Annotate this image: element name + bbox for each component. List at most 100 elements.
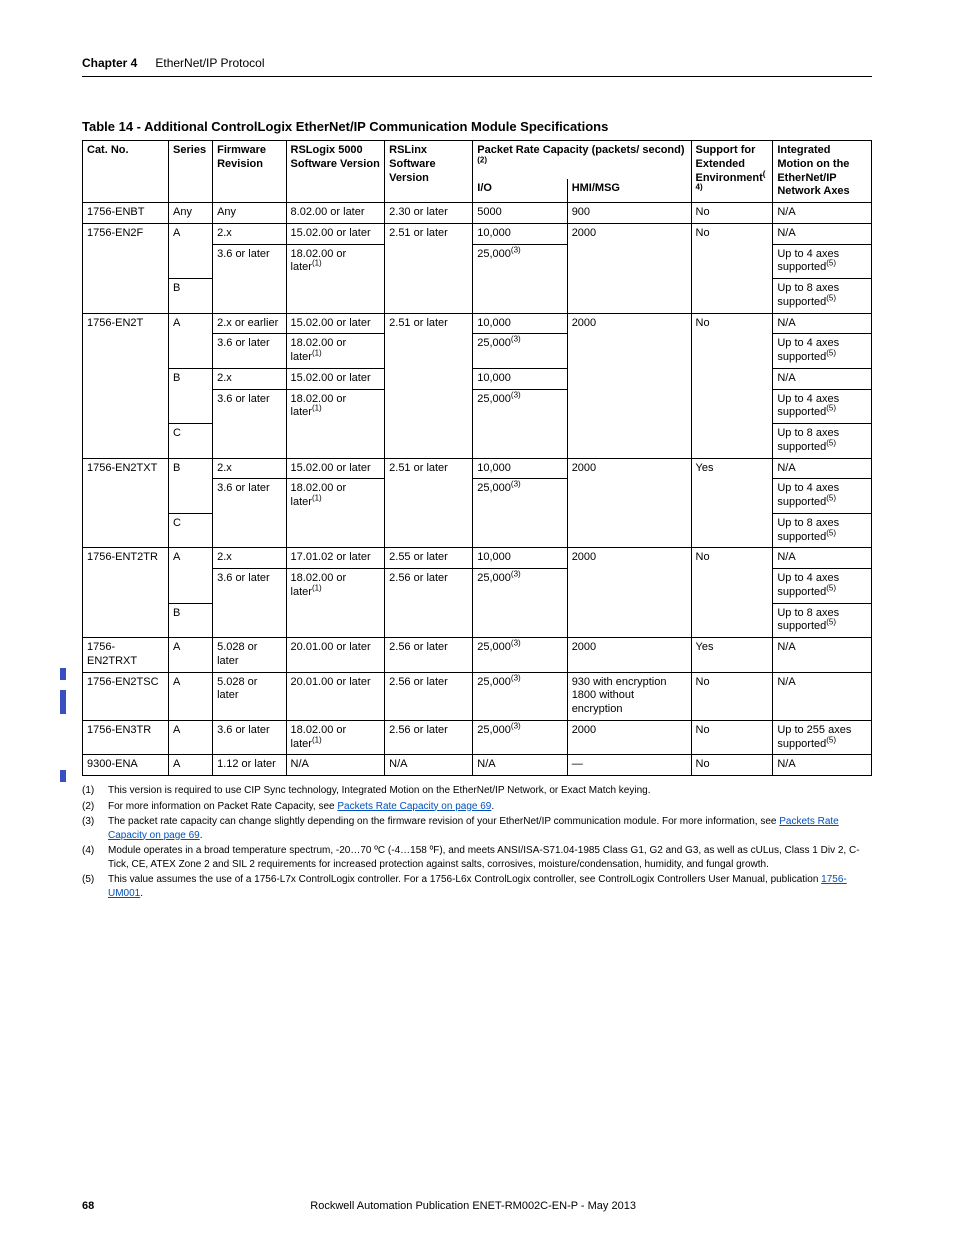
table-body: 1756-ENBTAnyAny8.02.00 or later2.30 or l… bbox=[83, 203, 872, 776]
table-cell: Up to 4 axes supported(5) bbox=[773, 244, 872, 279]
table-cell: No bbox=[691, 223, 773, 313]
table-cell: 25,000(3) bbox=[473, 638, 567, 673]
table-cell: 3.6 or later bbox=[213, 389, 286, 458]
page-footer: 68 Rockwell Automation Publication ENET-… bbox=[82, 1200, 872, 1212]
table-title: Table 14 - Additional ControlLogix Ether… bbox=[82, 119, 872, 134]
table-cell: 2000 bbox=[567, 458, 691, 548]
table-cell: 18.02.00 or later(1) bbox=[286, 389, 385, 458]
table-row: 9300-ENAA1.12 or laterN/AN/AN/A—NoN/A bbox=[83, 755, 872, 776]
table-cell: Up to 8 axes supported(5) bbox=[773, 424, 872, 459]
table-cell: N/A bbox=[473, 755, 567, 776]
table-cell: A bbox=[169, 755, 213, 776]
table-cell: No bbox=[691, 313, 773, 458]
col-motion: Integrated Motion on the EtherNet/IP Net… bbox=[773, 141, 872, 203]
table-cell: A bbox=[169, 313, 213, 368]
table-cell: N/A bbox=[773, 672, 872, 720]
table-cell: Up to 4 axes supported(5) bbox=[773, 479, 872, 514]
change-bar bbox=[60, 770, 66, 782]
table-cell: B bbox=[169, 603, 213, 638]
table-cell: 15.02.00 or later bbox=[286, 223, 385, 244]
table-cell: 5.028 or later bbox=[213, 638, 286, 673]
table-row: 1756-EN3TRA3.6 or later18.02.00 or later… bbox=[83, 720, 872, 755]
table-cell: A bbox=[169, 548, 213, 603]
table-cell: No bbox=[691, 672, 773, 720]
table-cell: 1756-EN2TRXT bbox=[83, 638, 169, 673]
table-cell: 3.6 or later bbox=[213, 334, 286, 369]
table-cell: N/A bbox=[773, 368, 872, 389]
col-rs5k: RSLogix 5000 Software Version bbox=[286, 141, 385, 203]
table-cell: 2000 bbox=[567, 313, 691, 458]
table-cell: 2.30 or later bbox=[385, 203, 473, 224]
table-cell: 20.01.00 or later bbox=[286, 638, 385, 673]
table-cell: 10,000 bbox=[473, 548, 567, 569]
table-cell: B bbox=[169, 368, 213, 423]
table-cell: 2.56 or later bbox=[385, 638, 473, 673]
table-cell: N/A bbox=[773, 638, 872, 673]
table-head: Cat. No. Series Firmware Revision RSLogi… bbox=[83, 141, 872, 203]
table-cell: 2000 bbox=[567, 223, 691, 313]
footnote-2-link[interactable]: Packets Rate Capacity on page 69 bbox=[337, 801, 491, 812]
table-cell: Up to 8 axes supported(5) bbox=[773, 603, 872, 638]
table-cell: 25,000(3) bbox=[473, 672, 567, 720]
table-cell: Up to 8 axes supported(5) bbox=[773, 279, 872, 314]
col-cat: Cat. No. bbox=[83, 141, 169, 203]
table-cell: 10,000 bbox=[473, 368, 567, 389]
footnote-4: (4) Module operates in a broad temperatu… bbox=[82, 844, 872, 871]
footnotes: (1) This version is required to use CIP … bbox=[82, 784, 872, 900]
table-cell: — bbox=[567, 755, 691, 776]
table-cell: 2.x or earlier bbox=[213, 313, 286, 334]
publication-id: Rockwell Automation Publication ENET-RM0… bbox=[94, 1200, 852, 1212]
table-cell: 2.55 or later bbox=[385, 548, 473, 569]
table-cell: N/A bbox=[286, 755, 385, 776]
table-cell: 1756-EN2T bbox=[83, 313, 169, 458]
table-cell: B bbox=[169, 279, 213, 314]
table-cell: 3.6 or later bbox=[213, 479, 286, 548]
col-series: Series bbox=[169, 141, 213, 203]
table-cell: Any bbox=[213, 203, 286, 224]
table-cell: 900 bbox=[567, 203, 691, 224]
table-cell: A bbox=[169, 672, 213, 720]
table-cell: A bbox=[169, 720, 213, 755]
table-cell: No bbox=[691, 203, 773, 224]
table-cell: 2.x bbox=[213, 368, 286, 389]
table-cell: N/A bbox=[773, 755, 872, 776]
table-cell: No bbox=[691, 548, 773, 638]
table-cell: Up to 4 axes supported(5) bbox=[773, 334, 872, 369]
table-cell: Yes bbox=[691, 458, 773, 548]
table-cell: 2.51 or later bbox=[385, 223, 473, 313]
page-number: 68 bbox=[82, 1200, 94, 1212]
table-cell: Up to 4 axes supported(5) bbox=[773, 389, 872, 424]
table-cell: 3.6 or later bbox=[213, 569, 286, 638]
table-cell: A bbox=[169, 638, 213, 673]
footnote-3: (3) The packet rate capacity can change … bbox=[82, 815, 872, 842]
table-cell: 25,000(3) bbox=[473, 244, 567, 313]
table-cell: 8.02.00 or later bbox=[286, 203, 385, 224]
table-cell: Up to 4 axes supported(5) bbox=[773, 569, 872, 604]
table-cell: 15.02.00 or later bbox=[286, 313, 385, 334]
table-cell: 2.x bbox=[213, 458, 286, 479]
change-bar bbox=[60, 690, 66, 714]
table-cell: 10,000 bbox=[473, 223, 567, 244]
table-cell: 3.6 or later bbox=[213, 244, 286, 313]
table-cell: N/A bbox=[773, 458, 872, 479]
col-fw: Firmware Revision bbox=[213, 141, 286, 203]
table-cell: No bbox=[691, 720, 773, 755]
table-cell: 18.02.00 or later(1) bbox=[286, 244, 385, 313]
table-cell: 3.6 or later bbox=[213, 720, 286, 755]
footnote-5: (5) This value assumes the use of a 1756… bbox=[82, 873, 872, 900]
table-cell: 20.01.00 or later bbox=[286, 672, 385, 720]
table-cell: N/A bbox=[773, 203, 872, 224]
table-cell: 2.x bbox=[213, 548, 286, 569]
footnote-2: (2) For more information on Packet Rate … bbox=[82, 800, 872, 814]
table-cell: 1756-ENT2TR bbox=[83, 548, 169, 638]
table-cell: N/A bbox=[773, 223, 872, 244]
table-cell: No bbox=[691, 755, 773, 776]
col-hmi: HMI/MSG bbox=[567, 179, 691, 202]
table-cell: Any bbox=[169, 203, 213, 224]
table-cell: C bbox=[169, 513, 213, 548]
table-cell: 25,000(3) bbox=[473, 720, 567, 755]
table-cell: N/A bbox=[773, 548, 872, 569]
table-cell: C bbox=[169, 424, 213, 459]
table-cell: 1756-EN2TSC bbox=[83, 672, 169, 720]
table-cell: 25,000(3) bbox=[473, 569, 567, 638]
